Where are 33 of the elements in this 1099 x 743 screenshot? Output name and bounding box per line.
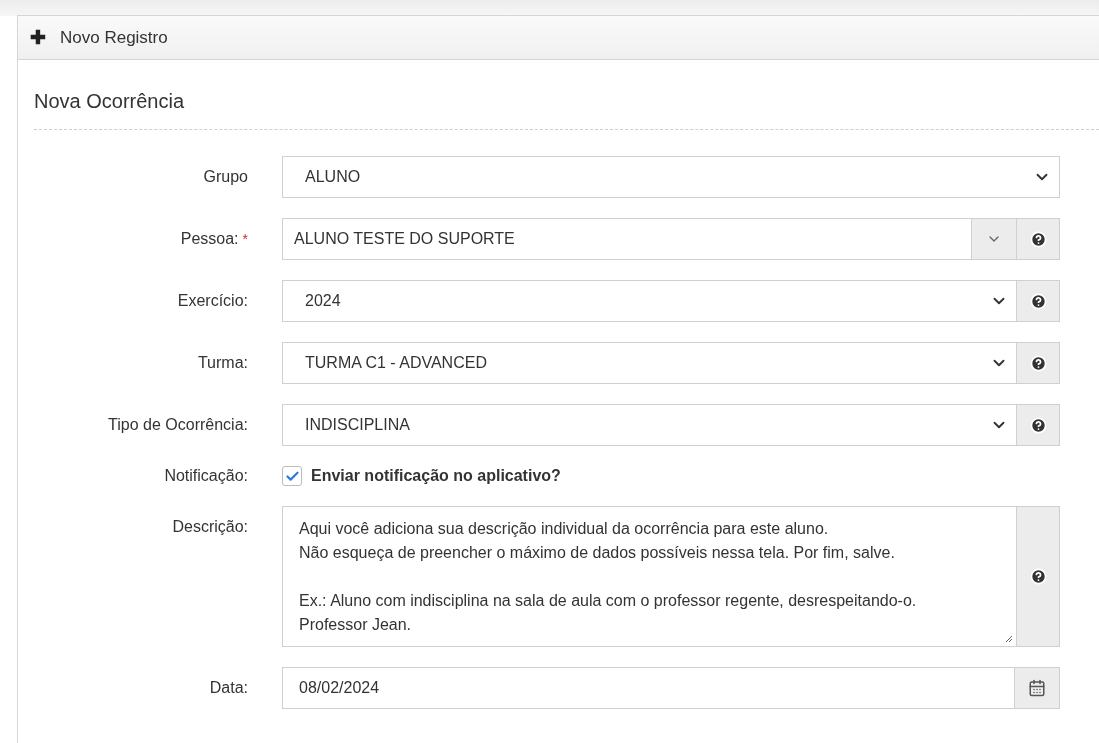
resize-handle-icon bbox=[1005, 635, 1013, 643]
date-field[interactable]: 08/02/2024 bbox=[282, 667, 1015, 709]
field-label: Tipo de Ocorrência: bbox=[108, 416, 248, 433]
field-label: Exercício: bbox=[177, 292, 248, 309]
description-field[interactable]: Aqui você adiciona sua descrição individual da ocorrência para este aluno. Não esqueça de preencher o máximo de dados possíveis nessa tela. Por fim, salve. Ex.: Aluno com indisciplina na sala de aula com o professor regente, desrespeitando-o. Professor Jean. bbox=[282, 506, 1017, 647]
section-title: Nova Ocorrência bbox=[34, 60, 1099, 130]
select-field[interactable]: TURMA C1 - ADVANCED bbox=[282, 342, 1017, 384]
calendar-button[interactable] bbox=[1015, 667, 1060, 709]
checkbox[interactable] bbox=[282, 466, 302, 486]
plus-icon: ✚ bbox=[30, 28, 46, 47]
field-label: Data: bbox=[209, 679, 248, 696]
field-label: Grupo bbox=[203, 168, 248, 185]
select-field[interactable]: 2024 bbox=[282, 280, 1017, 322]
panel-title: Novo Registro bbox=[60, 27, 168, 48]
help-button[interactable] bbox=[1017, 404, 1060, 446]
help-icon bbox=[1029, 354, 1047, 372]
select-field[interactable]: INDISCIPLINA bbox=[282, 404, 1017, 446]
field-label: Descrição: bbox=[172, 518, 248, 535]
required-mark: * bbox=[242, 231, 248, 247]
help-button[interactable] bbox=[1017, 342, 1060, 384]
select-field[interactable]: ALUNO bbox=[282, 156, 1060, 198]
help-icon bbox=[1029, 416, 1047, 434]
select-field[interactable]: ALUNO TESTE DO SUPORTE bbox=[282, 218, 972, 260]
help-icon bbox=[1029, 568, 1047, 585]
help-icon bbox=[1029, 230, 1047, 248]
checkbox-label: Enviar notificação no aplicativo? bbox=[311, 467, 561, 485]
help-icon bbox=[1029, 292, 1047, 310]
field-label: Turma: bbox=[197, 354, 248, 371]
field-label: Pessoa: bbox=[180, 230, 239, 247]
help-button[interactable] bbox=[1017, 280, 1060, 322]
calendar-icon bbox=[1028, 679, 1046, 697]
field-label: Notificação: bbox=[164, 467, 248, 484]
help-button[interactable] bbox=[1017, 218, 1060, 260]
